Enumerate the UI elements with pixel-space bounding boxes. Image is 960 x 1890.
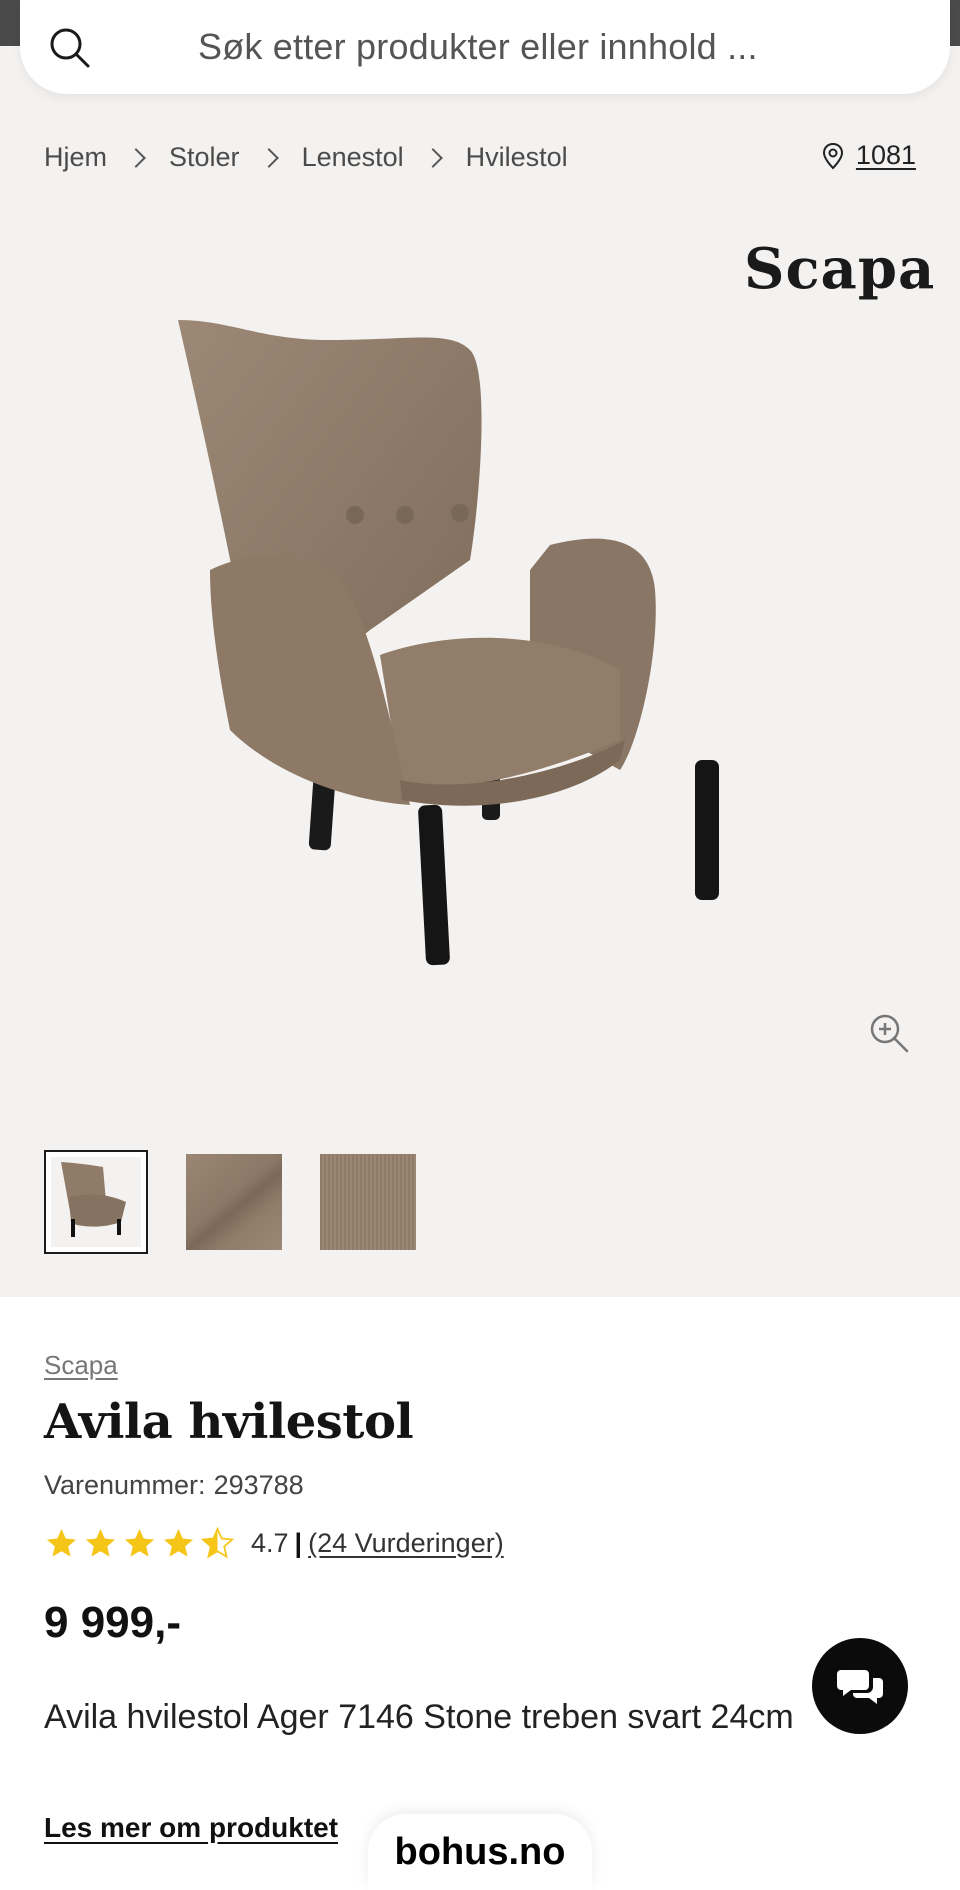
star-icon	[46, 1528, 77, 1557]
zoom-in-icon[interactable]	[868, 1012, 910, 1054]
breadcrumb-item-hvilestol[interactable]: Hvilestol	[466, 142, 568, 173]
rating-stars	[44, 1526, 235, 1561]
rating-value: 4.7	[251, 1528, 289, 1558]
reviews-link[interactable]: (24 Vurderinger)	[308, 1528, 504, 1559]
breadcrumb-item-stoler[interactable]: Stoler	[169, 142, 240, 173]
star-icon	[124, 1528, 155, 1557]
sku-label: Varenummer:	[44, 1470, 206, 1500]
price: 9 999,-	[44, 1598, 181, 1647]
thumbnail-chair[interactable]	[44, 1150, 148, 1254]
breadcrumb-item-hjem[interactable]: Hjem	[44, 142, 107, 173]
brand-link[interactable]: Scapa	[44, 1350, 118, 1381]
star-icon	[163, 1528, 194, 1557]
store-selector[interactable]: 1081	[822, 140, 916, 171]
sku-value: 293788	[213, 1470, 304, 1500]
rating-separator: |	[294, 1528, 303, 1558]
breadcrumb-item-lenestol[interactable]: Lenestol	[302, 142, 404, 173]
star-icon	[85, 1528, 116, 1557]
thumbnail-strip	[44, 1150, 416, 1254]
product-image[interactable]	[150, 300, 800, 1020]
brand-logo: Scapa	[744, 236, 936, 302]
product-info-panel	[0, 1297, 960, 1890]
search-icon[interactable]	[48, 26, 92, 70]
chevron-right-icon	[258, 147, 279, 168]
read-more-link[interactable]: Les mer om produktet	[44, 1812, 338, 1844]
star-half-icon	[200, 1526, 235, 1559]
chat-button[interactable]	[812, 1638, 908, 1734]
browser-domain: bohus.no	[368, 1814, 592, 1890]
thumbnail-fabric-texture[interactable]	[320, 1154, 416, 1250]
rating: 4.7 | (24 Vurderinger)	[44, 1526, 504, 1561]
sku: Varenummer: 293788	[44, 1470, 304, 1501]
location-pin-icon	[822, 142, 843, 169]
search-input[interactable]: Søk etter produkter eller innhold ...	[198, 26, 758, 68]
chevron-right-icon	[422, 147, 443, 168]
breadcrumb: Hjem Stoler Lenestol Hvilestol	[44, 142, 568, 173]
store-label[interactable]: 1081	[856, 140, 916, 171]
thumbnail-fabric-closeup[interactable]	[186, 1154, 282, 1250]
product-description: Avila hvilestol Ager 7146 Stone treben s…	[44, 1698, 794, 1736]
chat-icon	[837, 1670, 883, 1704]
search-bar[interactable]: Søk etter produkter eller innhold ...	[20, 0, 950, 94]
product-title: Avila hvilestol	[44, 1394, 414, 1450]
chevron-right-icon	[126, 147, 146, 168]
